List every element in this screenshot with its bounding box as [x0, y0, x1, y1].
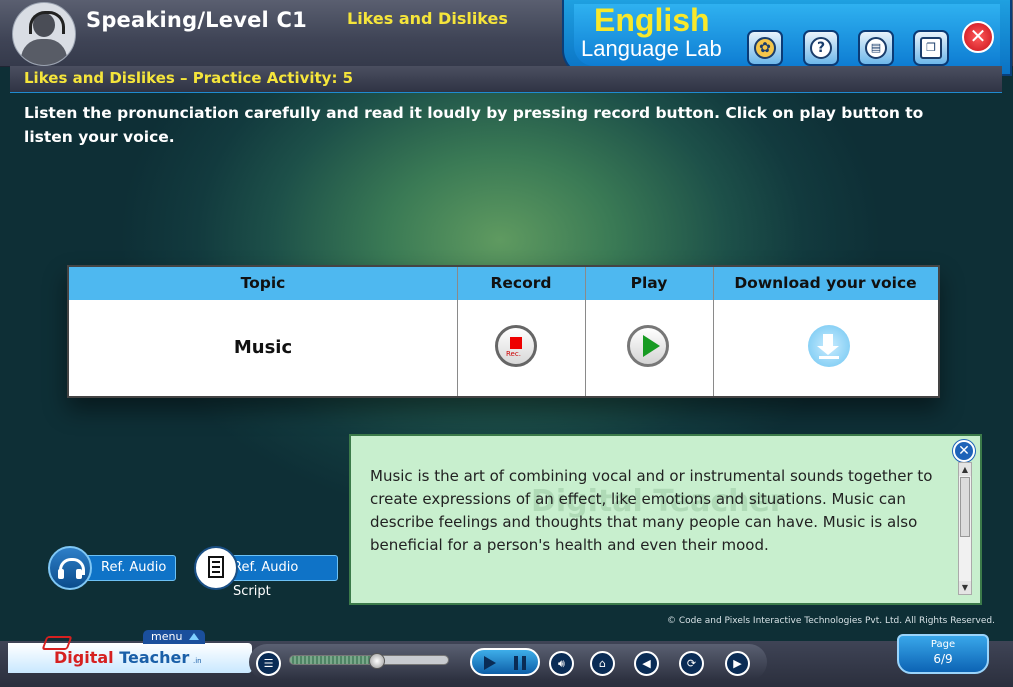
- scroll-up-icon[interactable]: ▲: [959, 463, 971, 476]
- digital-teacher-logo: Digital Teacher: [54, 648, 190, 667]
- brand-english: English: [594, 2, 710, 38]
- script-close-button[interactable]: ✕: [953, 440, 975, 462]
- copyright-text: © Code and Pixels Interactive Technologi…: [667, 616, 995, 626]
- headphones-icon[interactable]: [48, 546, 92, 590]
- previous-icon: ◀: [642, 657, 651, 670]
- book-icon: ▤: [865, 37, 887, 59]
- column-header-download: Download your voice: [734, 274, 917, 292]
- menu-up-icon[interactable]: [189, 633, 199, 640]
- home-button[interactable]: ⌂: [590, 651, 615, 676]
- index-button[interactable]: ☰: [256, 651, 281, 676]
- brand-language-lab: Language Lab: [581, 36, 722, 61]
- column-header-topic: Topic: [240, 274, 286, 292]
- app-window: Speaking/Level C1 Likes and Dislikes Eng…: [0, 0, 1013, 687]
- activity-title-bar: Likes and Dislikes – Practice Activity: …: [10, 66, 1002, 93]
- topic-cell: Music: [233, 337, 293, 358]
- help-icon: ?: [810, 37, 832, 59]
- book-button[interactable]: ▤: [858, 30, 894, 66]
- progress-knob[interactable]: [369, 653, 385, 669]
- column-divider: [457, 267, 458, 396]
- page-indicator: Page 6/9: [897, 634, 989, 674]
- play-button[interactable]: [627, 325, 669, 367]
- next-button[interactable]: ▶: [725, 651, 750, 676]
- column-divider: [585, 267, 586, 396]
- scroll-down-icon[interactable]: ▼: [959, 581, 971, 594]
- lesson-title: Likes and Dislikes: [347, 9, 508, 28]
- level-title: Speaking/Level C1: [86, 8, 307, 32]
- media-play-icon[interactable]: [484, 656, 496, 670]
- volume-button[interactable]: 🔊︎: [549, 651, 574, 676]
- instruction-text: Listen the pronunciation carefully and r…: [24, 104, 924, 146]
- ref-audio-script-button[interactable]: Ref. Audio Script: [222, 555, 338, 599]
- home-icon: ⌂: [599, 657, 606, 670]
- certificate-icon: ✿: [754, 37, 776, 59]
- page-number: 6/9: [933, 652, 953, 666]
- window-icon: ❐: [920, 37, 942, 59]
- practice-table: Topic Record Play Download your voice Mu…: [67, 265, 940, 398]
- audio-script-panel: Digital Teacher Music is the art of comb…: [349, 434, 982, 605]
- audio-script-text: Music is the art of combining vocal and …: [370, 467, 933, 554]
- column-header-play: Play: [630, 274, 668, 292]
- replay-icon: ⟳: [686, 657, 697, 670]
- record-label: Rec.: [506, 350, 521, 358]
- column-divider: [713, 267, 714, 396]
- avatar: [12, 2, 76, 66]
- help-button[interactable]: ?: [803, 30, 839, 66]
- play-icon: [643, 335, 660, 357]
- volume-icon: 🔊︎: [558, 657, 565, 670]
- record-icon: [510, 337, 522, 349]
- next-icon: ▶: [733, 657, 742, 670]
- headset-icon: [29, 11, 65, 34]
- progress-fill: [290, 656, 377, 664]
- download-button[interactable]: [808, 325, 850, 367]
- logo-suffix: .in: [193, 657, 202, 665]
- record-button[interactable]: Rec.: [495, 325, 537, 367]
- previous-button[interactable]: ◀: [634, 651, 659, 676]
- play-pause-control[interactable]: [470, 648, 540, 676]
- scroll-thumb[interactable]: [960, 477, 970, 537]
- script-document-icon[interactable]: [194, 546, 238, 590]
- table-header: Topic Record Play Download your voice: [69, 267, 938, 300]
- column-header-record: Record: [490, 274, 552, 292]
- index-icon: ☰: [263, 657, 274, 670]
- download-icon: [817, 334, 839, 355]
- media-pause-icon[interactable]: [514, 656, 526, 670]
- window-button[interactable]: ❐: [913, 30, 949, 66]
- replay-button[interactable]: ⟳: [679, 651, 704, 676]
- close-button[interactable]: ✕: [962, 21, 994, 53]
- script-scrollbar[interactable]: ▲ ▼: [958, 462, 972, 595]
- page-label: Page: [930, 639, 956, 650]
- avatar-body: [21, 39, 67, 65]
- activity-title: Likes and Dislikes – Practice Activity: …: [24, 69, 354, 87]
- certificate-button[interactable]: ✿: [747, 30, 783, 66]
